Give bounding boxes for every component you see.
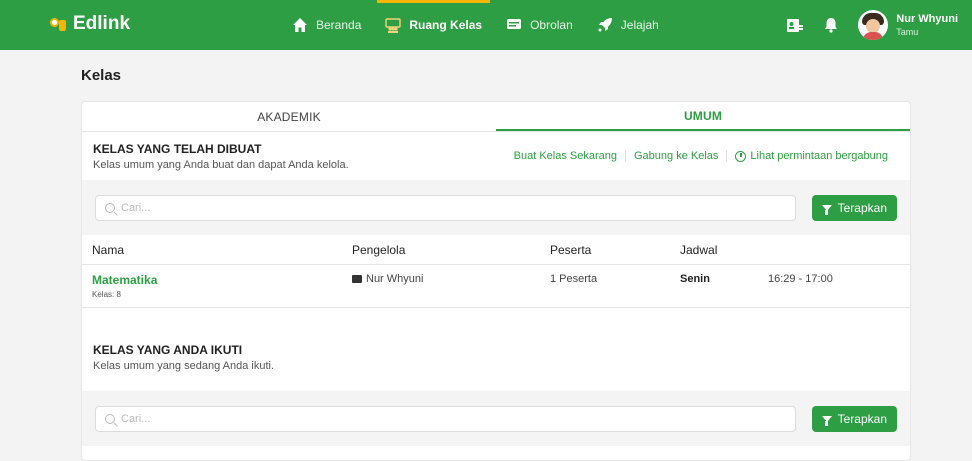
created-search-placeholder: Cari... xyxy=(121,201,151,214)
class-tabs: AKADEMIK UMUM xyxy=(82,102,910,132)
created-section-header: KELAS YANG TELAH DIBUAT Kelas umum yang … xyxy=(82,132,910,180)
nav-beranda[interactable]: Beranda xyxy=(280,0,373,50)
search-icon xyxy=(105,413,115,424)
joined-section-subtitle: Kelas umum yang sedang Anda ikuti. xyxy=(93,360,275,372)
joined-filter-bar: Cari... Terapkan xyxy=(82,391,910,446)
nav-jelajah[interactable]: Jelajah xyxy=(585,0,671,50)
joined-section-title: KELAS YANG ANDA IKUTI xyxy=(93,343,243,357)
column-schedule[interactable]: Jadwal xyxy=(680,243,768,257)
logo-icon xyxy=(50,15,70,33)
column-participants[interactable]: Peserta xyxy=(550,243,680,257)
filter-icon xyxy=(821,415,832,426)
contact-card-icon[interactable] xyxy=(786,16,804,34)
edlink-logo[interactable]: Edlink xyxy=(50,13,130,35)
bell-icon[interactable] xyxy=(822,16,840,34)
tab-akademik[interactable]: AKADEMIK xyxy=(82,102,496,131)
clock-icon xyxy=(735,150,747,162)
joined-section-header: KELAS YANG ANDA IKUTI Kelas umum yang se… xyxy=(82,308,910,391)
nav-ruang-kelas-label: Ruang Kelas xyxy=(409,18,483,32)
nav-obrolan[interactable]: Obrolan xyxy=(494,0,585,50)
column-manager[interactable]: Pengelola xyxy=(352,243,550,257)
class-day: Senin xyxy=(680,273,710,285)
join-requests-label: Lihat permintaan bergabung xyxy=(750,150,888,162)
chat-icon xyxy=(507,19,522,29)
main-nav: Beranda Ruang Kelas Obrolan Jelajah xyxy=(280,0,671,50)
top-navbar: Edlink Beranda Ruang Kelas Obrolan Jelaj… xyxy=(0,0,972,50)
user-name: Nur Whyuni xyxy=(896,12,958,25)
app-name: Edlink xyxy=(73,13,131,34)
column-name[interactable]: Nama xyxy=(82,243,352,257)
user-info[interactable]: Nur Whyuni Tamu xyxy=(896,13,958,38)
class-manager: Nur Whyuni xyxy=(352,273,550,285)
avatar[interactable] xyxy=(858,10,889,40)
home-icon xyxy=(293,18,307,32)
rocket-icon xyxy=(598,18,612,32)
tab-umum[interactable]: UMUM xyxy=(496,102,910,131)
table-row[interactable]: Matematika Kelas: 8 Nur Whyuni 1 Peserta… xyxy=(82,265,910,308)
class-participants: 1 Peserta xyxy=(550,273,598,285)
class-name-link[interactable]: Matematika xyxy=(92,273,352,287)
class-grade: Kelas: 8 xyxy=(92,290,121,299)
graduation-cap-icon xyxy=(352,275,362,283)
created-search-input[interactable]: Cari... xyxy=(95,194,796,221)
join-class-link[interactable]: Gabung ke Kelas xyxy=(625,150,726,162)
search-icon xyxy=(105,202,115,213)
created-apply-button[interactable]: Terapkan xyxy=(811,194,897,221)
user-role: Tamu xyxy=(896,26,919,37)
joined-search-placeholder: Cari... xyxy=(121,412,151,425)
created-actions: Buat Kelas Sekarang Gabung ke Kelas Liha… xyxy=(506,150,896,162)
nav-jelajah-label: Jelajah xyxy=(620,18,659,32)
created-table-header: Nama Pengelola Peserta Jadwal xyxy=(82,235,910,265)
class-time: 16:29 - 17:00 xyxy=(768,273,833,285)
joined-apply-label: Terapkan xyxy=(837,411,887,426)
join-requests-link[interactable]: Lihat permintaan bergabung xyxy=(726,150,896,162)
class-manager-name: Nur Whyuni xyxy=(366,273,424,285)
create-class-link[interactable]: Buat Kelas Sekarang xyxy=(506,150,625,162)
joined-apply-button[interactable]: Terapkan xyxy=(811,405,897,432)
joined-search-input[interactable]: Cari... xyxy=(95,405,796,432)
classroom-icon xyxy=(385,18,402,33)
filter-icon xyxy=(821,204,832,215)
nav-ruang-kelas[interactable]: Ruang Kelas xyxy=(373,0,494,50)
nav-beranda-label: Beranda xyxy=(316,18,362,32)
created-filter-bar: Cari... Terapkan xyxy=(82,180,910,235)
nav-obrolan-label: Obrolan xyxy=(530,18,573,32)
user-tools: Nur Whyuni Tamu xyxy=(786,0,958,50)
class-card: AKADEMIK UMUM KELAS YANG TELAH DIBUAT Ke… xyxy=(81,101,911,461)
created-apply-label: Terapkan xyxy=(837,200,887,215)
page-title: Kelas xyxy=(81,67,122,84)
